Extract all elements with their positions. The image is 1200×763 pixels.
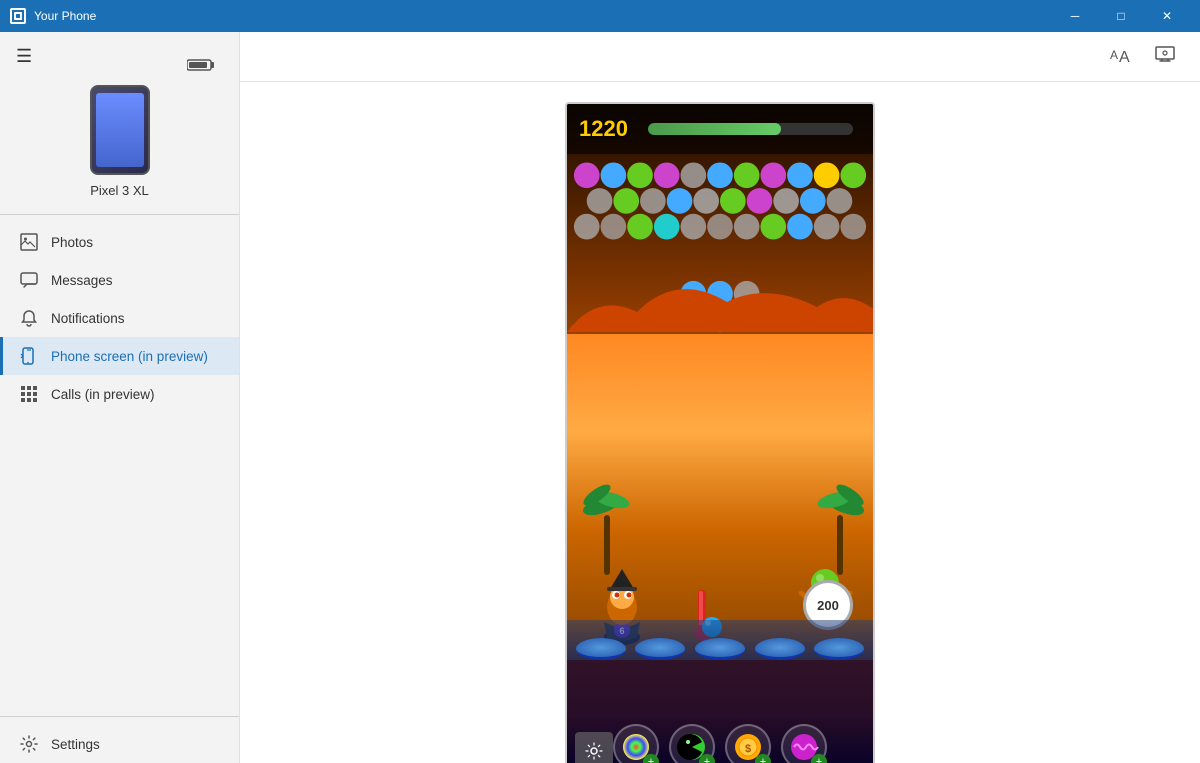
close-button[interactable]: ✕: [1144, 0, 1190, 32]
powerup-plus-icon: +: [699, 754, 715, 763]
svg-text:A: A: [1110, 48, 1118, 62]
platform-row: [567, 638, 873, 660]
sidebar-item-phone-screen[interactable]: Phone screen (in preview): [0, 337, 239, 375]
sidebar-item-settings[interactable]: Settings: [0, 725, 239, 763]
sidebar-divider: [0, 214, 239, 215]
photos-icon: [19, 233, 39, 251]
notifications-icon: [19, 309, 39, 327]
powerup-wave[interactable]: +: [781, 724, 827, 763]
game-score: 1220: [579, 116, 628, 142]
phone-screen-area: 1220: [240, 82, 1200, 763]
game-top-bar: 1220: [567, 104, 873, 154]
sidebar: ☰ Pixel 3 XL: [0, 32, 240, 763]
svg-text:$: $: [745, 743, 751, 755]
powerup-rainbow[interactable]: +: [613, 724, 659, 763]
calls-label: Calls (in preview): [51, 387, 155, 402]
powerup-coin[interactable]: $ +: [725, 724, 771, 763]
settings-label: Settings: [51, 737, 100, 752]
score-badge-value: 200: [817, 598, 839, 613]
notifications-label: Notifications: [51, 311, 125, 326]
main-content: ☰ Pixel 3 XL: [0, 32, 1200, 763]
messages-icon: [19, 271, 39, 289]
title-bar-left: Your Phone: [10, 8, 96, 24]
window-controls: ─ □ ✕: [1052, 0, 1190, 32]
device-section: Pixel 3 XL: [0, 75, 239, 214]
sidebar-header: ☰: [0, 32, 239, 75]
game-screen: 1220: [567, 104, 873, 763]
platform-disc: [635, 638, 685, 660]
powerup-plus-icon: +: [643, 754, 659, 763]
platform-disc: [576, 638, 626, 660]
device-name: Pixel 3 XL: [90, 183, 149, 198]
sidebar-item-notifications[interactable]: Notifications: [0, 299, 239, 337]
sidebar-item-calls[interactable]: Calls (in preview): [0, 375, 239, 413]
main-area: A A 1220: [240, 32, 1200, 763]
powerup-plus-icon: +: [811, 754, 827, 763]
phone-image-sidebar: [90, 85, 150, 175]
powerup-pacman[interactable]: +: [669, 724, 715, 763]
phone-screen-icon: [19, 347, 39, 365]
phone-screen-sidebar: [96, 93, 144, 167]
landscape-top: [567, 272, 873, 332]
powerups-row: + +: [567, 724, 873, 763]
hamburger-button[interactable]: ☰: [12, 42, 36, 71]
platform-disc: [755, 638, 805, 660]
maximize-button[interactable]: □: [1098, 0, 1144, 32]
progress-bar-container: [648, 123, 853, 135]
font-size-button[interactable]: A A: [1100, 39, 1138, 75]
platform-disc: [695, 638, 745, 660]
svg-text:A: A: [1119, 49, 1130, 65]
battery-icon: [187, 58, 215, 75]
palm-tree-left: [582, 475, 632, 580]
messages-label: Messages: [51, 273, 113, 288]
calls-icon: [19, 385, 39, 403]
progress-bar-fill: [648, 123, 781, 135]
phone-screen-label: Phone screen (in preview): [51, 349, 208, 364]
photos-label: Photos: [51, 235, 93, 250]
powerup-plus-icon: +: [755, 754, 771, 763]
game-bottom-bar: + +: [567, 660, 873, 763]
sidebar-item-messages[interactable]: Messages: [0, 261, 239, 299]
sidebar-bottom-divider: [0, 716, 239, 717]
platform-disc: [814, 638, 864, 660]
sidebar-item-photos[interactable]: Photos: [0, 223, 239, 261]
minimize-button[interactable]: ─: [1052, 0, 1098, 32]
settings-icon: [19, 735, 39, 753]
title-bar: Your Phone ─ □ ✕: [0, 0, 1200, 32]
toolbar: A A: [240, 32, 1200, 82]
app-title: Your Phone: [34, 9, 96, 23]
app-icon: [10, 8, 26, 24]
sidebar-bottom: Settings: [0, 708, 239, 763]
phone-frame: 1220: [565, 102, 875, 763]
display-mode-button[interactable]: [1146, 39, 1184, 75]
